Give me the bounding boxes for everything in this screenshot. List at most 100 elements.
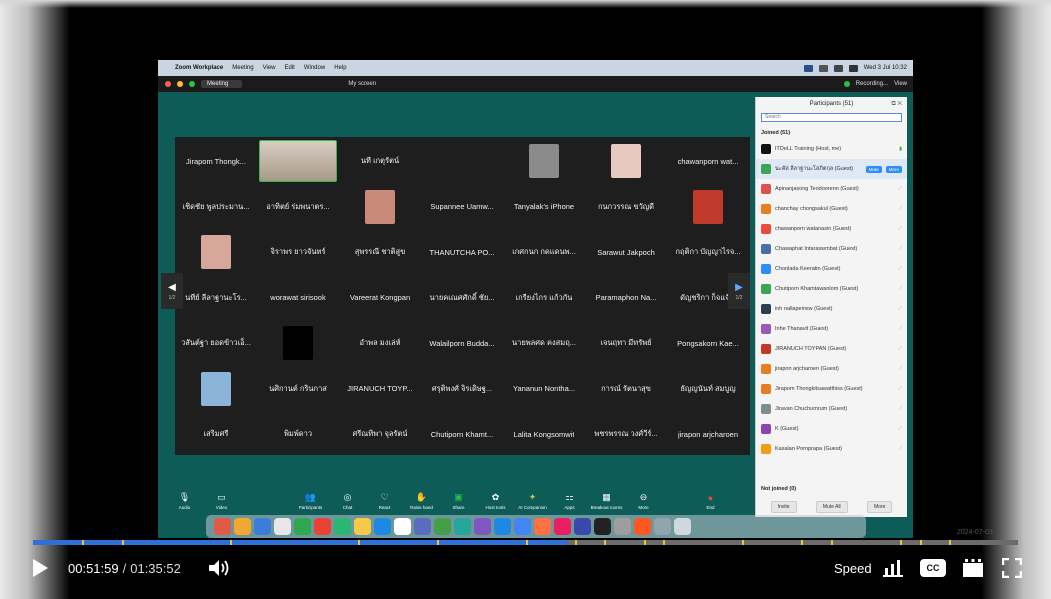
toolbar-label: Apps xyxy=(564,505,575,510)
participant-name: พิมพ์ดาว xyxy=(283,429,313,438)
gallery-tile: Chutiporn Khamt... xyxy=(421,412,503,456)
chat-icon: ◎ xyxy=(343,492,352,502)
zoom-titlebar: Meeting My screen Recording... View xyxy=(158,76,913,92)
mac-menubar: Zoom Workplace Meeting View Edit Window … xyxy=(158,60,913,76)
dock-app-icon xyxy=(514,518,531,535)
participant-name: นายคเณศศักดิ์ ชัย... xyxy=(429,292,495,302)
muted-mic-icon: ⟋ xyxy=(898,386,902,392)
view-menu: View xyxy=(894,81,907,87)
participant-video xyxy=(201,235,231,269)
gallery-tile: นที เกตุรัตน์ xyxy=(339,139,421,183)
avatar xyxy=(761,424,771,434)
toolbar-more-button: ⊖ More xyxy=(625,492,662,510)
gallery-tile: นทีย์ ลีลาฐานะโร... xyxy=(175,276,257,320)
participant-name: พชรพรรณ วงศ์วีร์... xyxy=(594,429,658,438)
dock-app-icon xyxy=(394,518,411,535)
dock-app-icon xyxy=(274,518,291,535)
participant-name: THANUTCHA PO... xyxy=(429,247,495,257)
toolbar-video-button: ▭ Video xyxy=(203,492,240,510)
captions-button[interactable]: CC xyxy=(920,559,946,577)
participant-row-name: Jiravan Chuchumrum (Guest) xyxy=(775,406,848,412)
gallery-tile: เกรียงไกร แก้วกัน xyxy=(503,276,585,320)
gallery-tile: เกศกนก กดแดนพ... xyxy=(503,230,585,274)
muted-mic-icon: ⟋ xyxy=(898,206,902,212)
chapter-marker xyxy=(742,540,745,545)
participant-row-name: chanchay chongsakul (Guest) xyxy=(775,206,848,212)
participant-name: เสริมศรี xyxy=(203,429,229,438)
participant-row: jirapon arjcharoen (Guest) ⟋ xyxy=(756,359,907,379)
toolbar-label: Participants xyxy=(298,505,323,510)
chapter-marker xyxy=(436,540,439,545)
gallery-tile: Tanyalak's iPhone xyxy=(503,185,585,229)
volume-icon[interactable] xyxy=(208,559,230,577)
participant-row-name: Apinanjasong Teodoorenn (Guest) xyxy=(775,186,859,192)
menu-edit: Edit xyxy=(284,65,295,71)
chapter-marker xyxy=(643,540,646,545)
muted-mic-icon: ⟋ xyxy=(898,306,902,312)
fullscreen-icon[interactable] xyxy=(1002,558,1022,578)
gallery-tile xyxy=(585,139,667,183)
gallery-tile xyxy=(503,139,585,183)
avatar xyxy=(761,184,771,194)
avatar xyxy=(761,284,771,294)
participant-name: Lalita Kongsomwit xyxy=(513,429,575,439)
participant-name: Yananun Nontha... xyxy=(513,384,575,393)
participant-row: Jirapom Thongkitsawatthiss (Guest) ⟋ xyxy=(756,379,907,399)
toolbar-label: Audio xyxy=(178,505,191,510)
participant-row: JIRANUCH TOYPAN (Guest) ⟋ xyxy=(756,339,907,359)
participant-name: Chutiporn Khamt... xyxy=(430,429,494,439)
gallery-tile xyxy=(175,230,257,274)
gallery-tile: จิราพร ยาวจันทร์ xyxy=(257,230,339,274)
avatar xyxy=(761,324,771,334)
participant-row: K (Guest) ⟋ xyxy=(756,419,907,439)
dock-app-icon xyxy=(674,518,691,535)
react-icon: ♡ xyxy=(380,492,389,502)
dock-app-icon xyxy=(414,518,431,535)
dock-app-icon xyxy=(294,518,311,535)
gallery-tile: Sarawut Jakpoch xyxy=(585,230,667,274)
status-icon xyxy=(818,64,828,72)
more-button: More xyxy=(866,501,893,513)
participant-row-name: นะคัส ลีลาฐานะโสภิตกุล (Guest) xyxy=(775,166,854,172)
dock-app-icon xyxy=(614,518,631,535)
gallery-tile: ศรีณทิพา จุลรัตน์ xyxy=(339,412,421,456)
speed-button[interactable]: Speed xyxy=(834,561,872,576)
muted-mic-icon: ⟋ xyxy=(898,246,902,252)
participant-row: Apinanjasong Teodoorenn (Guest) ⟋ xyxy=(756,179,907,199)
progress-bar[interactable] xyxy=(33,540,1018,545)
dock-app-icon xyxy=(554,518,571,535)
muted-mic-icon: ⟋ xyxy=(898,406,902,412)
play-icon[interactable] xyxy=(30,558,50,578)
toolbar-mic-button: 🎙 Audio xyxy=(166,492,203,510)
toolbar-label: React xyxy=(378,505,391,510)
dock-app-icon xyxy=(214,518,231,535)
avatar xyxy=(761,304,771,314)
chapter-marker xyxy=(358,540,361,545)
participant-name: กนกวรรณ ขวัญดี xyxy=(597,201,655,211)
gallery-tile: อาทิตย์ ร่มพนาตร... xyxy=(257,185,339,229)
participant-name: Tanyalak's iPhone xyxy=(513,202,575,211)
chapter-marker xyxy=(949,540,952,545)
participant-name: อำพล มงเล่ห์ xyxy=(359,338,401,347)
avatar xyxy=(761,404,771,414)
video-icon: ▭ xyxy=(217,492,226,502)
muted-mic-icon: ⟋ xyxy=(898,426,902,432)
participant-name: Paramaphon Na... xyxy=(595,293,657,302)
toolbar-label: End xyxy=(706,505,715,510)
gallery-tile: พชรพรรณ วงศ์วีร์... xyxy=(585,412,667,456)
more-options-button: More xyxy=(885,165,902,173)
wifi-icon xyxy=(833,64,843,72)
participant-name: นทีย์ ลีลาฐานะโร... xyxy=(185,292,247,302)
theater-mode-icon[interactable] xyxy=(962,558,984,578)
participant-name: ธัญญนันท์ สมบูญ xyxy=(680,383,736,393)
dock-app-icon xyxy=(654,518,671,535)
not-joined-section: Not joined (0) xyxy=(761,486,797,492)
app-name: Zoom Workplace xyxy=(175,65,224,71)
toolbar-label: Host tools xyxy=(485,505,506,510)
meeting-tab: Meeting xyxy=(201,80,243,88)
chapter-marker xyxy=(82,540,85,545)
toolbar-breakout-button: ▦ Breakout rooms xyxy=(588,492,625,510)
gallery-tile: chawanporn wat... xyxy=(667,139,749,183)
muted-mic-icon: ⟋ xyxy=(898,186,902,192)
quality-icon[interactable] xyxy=(883,559,905,577)
